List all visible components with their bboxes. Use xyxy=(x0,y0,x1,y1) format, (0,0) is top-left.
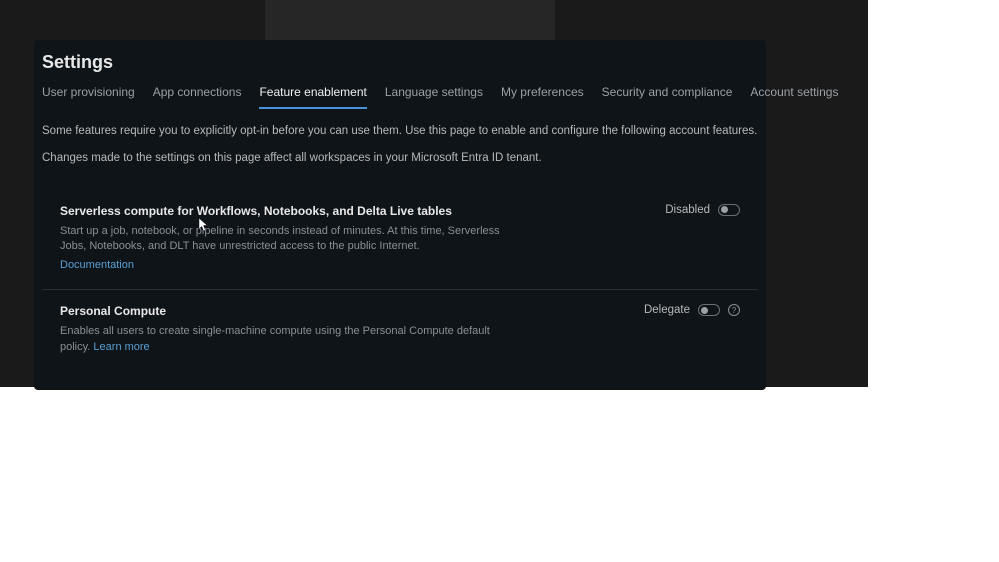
tab-account-settings[interactable]: Account settings xyxy=(750,81,838,109)
backdrop-shape xyxy=(265,0,555,40)
feature-description: Enables all users to create single-machi… xyxy=(60,324,520,356)
toggle-knob xyxy=(701,307,708,314)
info-icon[interactable]: ? xyxy=(728,304,740,316)
tab-feature-enablement[interactable]: Feature enablement xyxy=(259,81,366,109)
toggle-status-label: Disabled xyxy=(665,204,710,216)
feature-title: Personal Compute xyxy=(60,304,520,318)
personal-compute-toggle[interactable] xyxy=(698,304,720,316)
description-line-2: Changes made to the settings on this pag… xyxy=(42,150,758,167)
feature-personal-compute: Personal Compute Enables all users to cr… xyxy=(42,290,758,372)
feature-content: Serverless compute for Workflows, Notebo… xyxy=(60,204,520,274)
tabs-bar: User provisioning App connections Featur… xyxy=(42,81,758,109)
feature-description: Start up a job, notebook, or pipeline in… xyxy=(60,224,520,256)
tab-language-settings[interactable]: Language settings xyxy=(385,81,483,109)
toggle-status-label: Delegate xyxy=(644,304,690,316)
feature-title: Serverless compute for Workflows, Notebo… xyxy=(60,204,520,218)
page-backdrop: Settings User provisioning App connectio… xyxy=(0,0,868,387)
feature-serverless-compute: Serverless compute for Workflows, Notebo… xyxy=(42,190,758,291)
learn-more-link[interactable]: Learn more xyxy=(93,340,149,356)
settings-modal: Settings User provisioning App connectio… xyxy=(34,40,766,390)
serverless-toggle[interactable] xyxy=(718,204,740,216)
toggle-knob xyxy=(721,206,728,213)
modal-title: Settings xyxy=(42,52,758,73)
description-line-1: Some features require you to explicitly … xyxy=(42,123,758,140)
feature-controls: Disabled xyxy=(665,204,740,216)
tab-security-compliance[interactable]: Security and compliance xyxy=(602,81,733,109)
tab-app-connections[interactable]: App connections xyxy=(153,81,242,109)
feature-controls: Delegate ? xyxy=(644,304,740,316)
tab-user-provisioning[interactable]: User provisioning xyxy=(42,81,135,109)
documentation-link[interactable]: Documentation xyxy=(60,259,134,271)
feature-list: Serverless compute for Workflows, Notebo… xyxy=(42,190,758,373)
tab-my-preferences[interactable]: My preferences xyxy=(501,81,584,109)
feature-content: Personal Compute Enables all users to cr… xyxy=(60,304,520,356)
